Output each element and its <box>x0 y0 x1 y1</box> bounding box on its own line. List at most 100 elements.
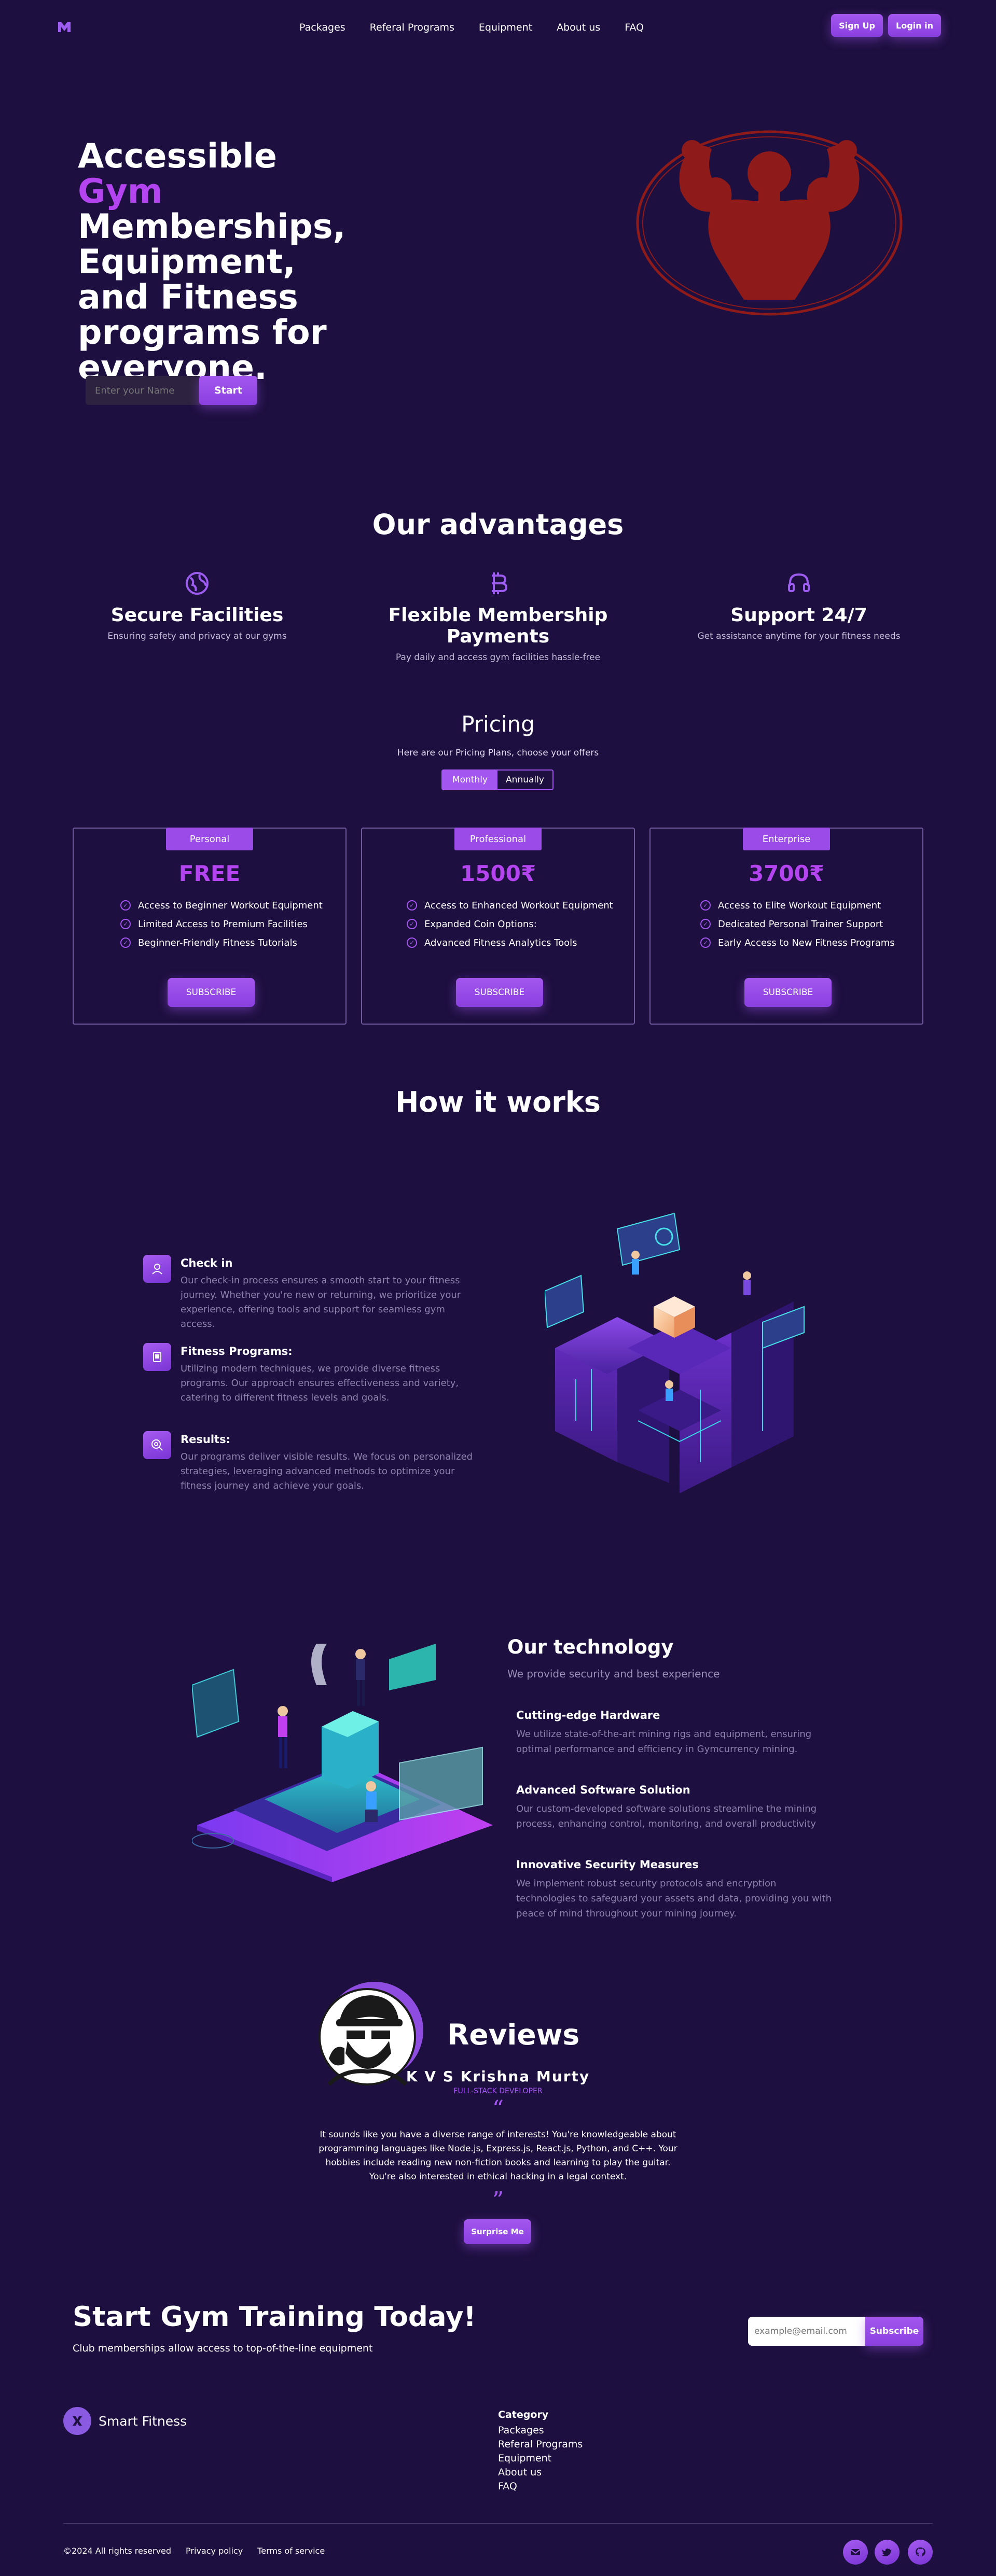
check-icon: ✓ <box>407 919 417 929</box>
github-icon[interactable] <box>908 2540 933 2565</box>
subscribe-button[interactable]: SUBSCRIBE <box>744 978 832 1007</box>
step-title: Fitness Programs: <box>181 1345 293 1357</box>
advantages-heading: Our advantages <box>372 508 624 541</box>
globe-icon <box>93 570 301 596</box>
feature-item: ✓ Beginner-Friendly Fitness Tutorials <box>120 933 323 952</box>
footer-link-referal-programs[interactable]: Referal Programs <box>498 2438 583 2452</box>
tech-item-title: Innovative Security Measures <box>516 1858 699 1871</box>
advantage-card: Flexible Membership Payments Pay daily a… <box>368 570 628 663</box>
logo-icon <box>58 22 71 32</box>
nav-link-referal-programs[interactable]: Referal Programs <box>370 22 454 33</box>
step-text: Our programs deliver visible results. We… <box>181 1451 473 1491</box>
tech-heading: Our technology <box>507 1636 674 1658</box>
how-heading: How it works <box>395 1086 601 1118</box>
nav-link-equipment[interactable]: Equipment <box>479 22 532 33</box>
name-input[interactable] <box>86 376 200 405</box>
feature-item: ✓ Access to Enhanced Workout Equipment <box>407 896 613 915</box>
headset-icon <box>695 570 903 596</box>
advantage-card: Support 24/7 Get assistance anytime for … <box>695 570 903 641</box>
strongman-icon <box>636 130 903 316</box>
tech-item: Innovative Security Measures We implemen… <box>516 1858 838 1921</box>
tech-item-text: We utilize state-of-the-art mining rigs … <box>516 1729 812 1755</box>
surprise-me-button[interactable]: Surprise Me <box>464 2219 531 2244</box>
toggle-monthly[interactable]: Monthly <box>442 771 497 789</box>
footer-link-packages[interactable]: Packages <box>498 2424 583 2438</box>
nav-link-about-us[interactable]: About us <box>557 22 600 33</box>
terms-link[interactable]: Terms of service <box>257 2546 325 2556</box>
billing-toggle: Monthly Annually <box>441 769 554 790</box>
feature-item: ✓ Limited Access to Premium Facilities <box>120 915 323 933</box>
reviewer-name: K V S Krishna Murty <box>406 2068 590 2085</box>
review-quote: It sounds like you have a diverse range … <box>319 2130 677 2182</box>
plan-price: 1500₹ <box>460 861 536 886</box>
subscribe-button[interactable]: SUBSCRIBE <box>168 978 255 1007</box>
check-icon: ✓ <box>120 937 131 948</box>
plan-price: FREE <box>178 861 241 886</box>
cta-heading: Start Gym Training Today! <box>73 2301 476 2333</box>
plan-features: ✓ Access to Elite Workout Equipment ✓ Dedi… <box>700 896 895 952</box>
reviewer-role: FULL-STACK DEVELOPER <box>453 2087 543 2095</box>
feature-item: ✓ Expanded Coin Options: <box>407 915 613 933</box>
advantage-title: Support 24/7 <box>730 605 867 626</box>
footer-category: Category Packages Referal Programs Equip… <box>498 2409 583 2494</box>
feature-item: ✓ Access to Elite Workout Equipment <box>700 896 895 915</box>
tech-item: Cutting-edge Hardware We utilize state-o… <box>516 1709 838 1757</box>
check-icon: ✓ <box>120 900 131 911</box>
datacenter-illustration <box>544 1212 814 1504</box>
hero-title-part1: Accessible <box>78 137 278 176</box>
target-icon <box>143 1431 171 1459</box>
bitcoin-icon <box>368 570 628 596</box>
step-title: Results: <box>181 1433 230 1446</box>
subscribe-email-button[interactable]: Subscribe <box>865 2317 923 2346</box>
hero-title-highlight: Gym <box>78 172 163 211</box>
toggle-annually[interactable]: Annually <box>497 771 552 789</box>
footer-link-faq[interactable]: FAQ <box>498 2480 583 2494</box>
plan-features: ✓ Access to Beginner Workout Equipment ✓ L… <box>120 896 323 952</box>
check-icon: ✓ <box>407 937 417 948</box>
mail-icon[interactable] <box>843 2540 868 2565</box>
start-button[interactable]: Start <box>199 376 257 405</box>
check-icon: ✓ <box>407 900 417 911</box>
tablet-icon <box>143 1343 171 1371</box>
footer-link-equipment[interactable]: Equipment <box>498 2452 583 2466</box>
privacy-link[interactable]: Privacy policy <box>186 2546 243 2556</box>
hero-title: Accessible Gym Memberships, Equipment, a… <box>78 139 368 386</box>
twitter-icon[interactable] <box>875 2540 900 2565</box>
login-button[interactable]: Login in <box>888 14 941 37</box>
step-title: Check in <box>181 1257 233 1269</box>
step-text: Our check-in process ensures a smooth st… <box>181 1275 461 1329</box>
brand-name: Smart Fitness <box>99 2413 187 2429</box>
pricing-subheading: Here are our Pricing Plans, choose your … <box>397 748 599 758</box>
plan-features: ✓ Access to Enhanced Workout Equipment ✓ E… <box>407 896 613 952</box>
plan-card-enterprise: Enterprise 3700₹ ✓ Access to Elite Workou… <box>649 828 923 1025</box>
subscribe-button[interactable]: SUBSCRIBE <box>456 978 543 1007</box>
advantage-desc: Ensuring safety and privacy at our gyms <box>107 631 287 641</box>
tech-item-title: Cutting-edge Hardware <box>516 1709 660 1721</box>
plan-tag: Personal <box>166 828 253 850</box>
vr-illustration <box>191 1633 498 1882</box>
footer-bottom: ©2024 All rights reserved Privacy policy… <box>63 2546 325 2556</box>
feature-item: ✓ Early Access to New Fitness Programs <box>700 933 895 952</box>
nav-link-packages[interactable]: Packages <box>299 22 345 33</box>
step-text: Utilizing modern techniques, we provide … <box>181 1363 459 1403</box>
main-nav: Packages Referal Programs Equipment Abou… <box>299 22 644 33</box>
hero-strongman-logo <box>634 129 905 317</box>
check-icon: ✓ <box>700 937 711 948</box>
advantage-title: Flexible Membership Payments <box>388 605 608 647</box>
advantage-desc: Pay daily and access gym facilities hass… <box>395 652 601 663</box>
nav-logo[interactable] <box>57 20 72 34</box>
plan-tag: Enterprise <box>743 828 830 850</box>
hero-title-part2: Memberships, Equipment, and Fitness prog… <box>78 207 346 387</box>
nav-link-faq[interactable]: FAQ <box>625 22 644 33</box>
footer-link-about-us[interactable]: About us <box>498 2466 583 2480</box>
check-icon: ✓ <box>700 919 711 929</box>
feature-item: ✓ Access to Beginner Workout Equipment <box>120 896 323 915</box>
plan-card-professional: Professional 1500₹ ✓ Access to Enhanced W… <box>361 828 635 1025</box>
signup-button[interactable]: Sign Up <box>831 14 883 37</box>
footer-brand[interactable]: Smart Fitness <box>63 2407 187 2435</box>
check-icon: ✓ <box>700 900 711 911</box>
email-input[interactable] <box>748 2317 866 2346</box>
advantage-desc: Get assistance anytime for your fitness … <box>697 631 901 641</box>
brand-logo-icon <box>63 2407 91 2435</box>
reviews-heading: Reviews <box>447 2018 580 2051</box>
